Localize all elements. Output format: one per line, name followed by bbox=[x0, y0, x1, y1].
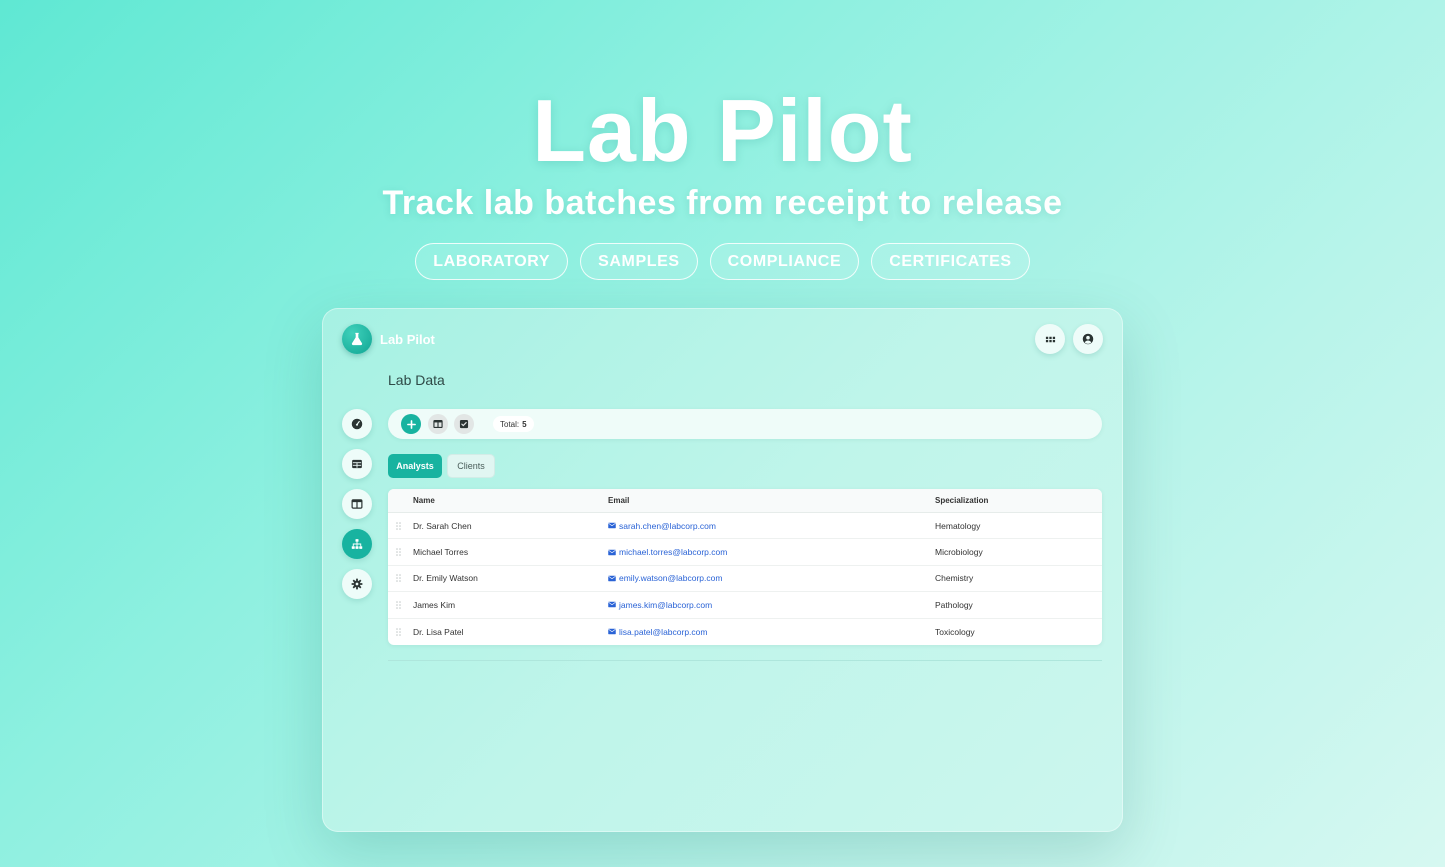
drag-handle-icon bbox=[396, 601, 401, 609]
checkbox-icon bbox=[459, 419, 469, 429]
drag-handle-icon bbox=[396, 548, 401, 556]
cell-email-link[interactable]: emily.watson@labcorp.com bbox=[608, 566, 722, 591]
cell-name: Dr. Lisa Patel bbox=[413, 626, 464, 637]
table-header: Name Email Specialization bbox=[388, 489, 1102, 513]
envelope-icon bbox=[608, 549, 616, 555]
dashboard-gauge-icon bbox=[351, 418, 363, 430]
table-row[interactable]: Dr. Lisa Patel lisa.patel@labcorp.com Toxi… bbox=[388, 619, 1102, 645]
analysts-table: Name Email Specialization Dr. Sarah Chen… bbox=[388, 489, 1102, 645]
table-row[interactable]: Michael Torres michael.torres@labcorp.com… bbox=[388, 539, 1102, 566]
table-row[interactable]: James Kim james.kim@labcorp.com Pathology bbox=[388, 592, 1102, 619]
row-drag-handle[interactable] bbox=[396, 619, 401, 645]
tab-analysts[interactable]: Analysts bbox=[388, 454, 442, 478]
logo[interactable] bbox=[342, 324, 372, 354]
sidebar-item-tables[interactable] bbox=[342, 449, 372, 479]
email-text: lisa.patel@labcorp.com bbox=[619, 626, 708, 637]
total-label: Total: bbox=[500, 419, 520, 429]
gear-icon bbox=[351, 578, 363, 590]
sitemap-icon bbox=[351, 539, 363, 549]
table-icon bbox=[352, 459, 362, 469]
app-window: Lab Pilot Lab Data Total: 5 Analysts Cli… bbox=[322, 308, 1123, 832]
tab-clients[interactable]: Clients bbox=[447, 454, 495, 478]
envelope-icon bbox=[608, 602, 616, 608]
total-value: 5 bbox=[522, 419, 527, 429]
flask-icon bbox=[351, 332, 363, 346]
column-header-name[interactable]: Name bbox=[413, 489, 435, 512]
email-text: michael.torres@labcorp.com bbox=[619, 547, 728, 558]
row-drag-handle[interactable] bbox=[396, 513, 401, 538]
columns-icon bbox=[433, 420, 443, 428]
row-drag-handle[interactable] bbox=[396, 566, 401, 591]
envelope-icon bbox=[608, 629, 616, 635]
cell-name: James Kim bbox=[413, 599, 456, 610]
tag-certificates: CERTIFICATES bbox=[871, 243, 1030, 280]
tag-laboratory: LABORATORY bbox=[415, 243, 569, 280]
brand-name: Lab Pilot bbox=[380, 332, 435, 347]
row-drag-handle[interactable] bbox=[396, 539, 401, 564]
cell-email-link[interactable]: sarah.chen@labcorp.com bbox=[608, 513, 716, 538]
envelope-icon bbox=[608, 522, 616, 529]
sidebar-item-settings[interactable] bbox=[342, 569, 372, 599]
cell-name: Dr. Sarah Chen bbox=[413, 520, 472, 531]
envelope-icon bbox=[608, 575, 616, 582]
drag-handle-icon bbox=[396, 574, 401, 583]
page-title: Lab Data bbox=[388, 372, 445, 388]
tag-compliance: COMPLIANCE bbox=[709, 243, 860, 280]
total-count: Total: 5 bbox=[493, 416, 534, 432]
table-body: Dr. Sarah Chen sarah.chen@labcorp.com Hema… bbox=[388, 513, 1102, 645]
column-header-specialization[interactable]: Specialization bbox=[935, 489, 988, 512]
cell-specialization: Microbiology bbox=[935, 547, 983, 558]
sidebar-item-columns[interactable] bbox=[342, 489, 372, 519]
hero-subtitle: Track lab batches from receipt to releas… bbox=[382, 184, 1063, 222]
drag-handle-icon bbox=[396, 627, 401, 636]
drag-handle-icon bbox=[396, 521, 401, 530]
hero-title: Lab Pilot bbox=[532, 81, 913, 180]
tag-row: LABORATORY SAMPLES COMPLIANCE CERTIFICAT… bbox=[0, 243, 1445, 280]
cell-name: Michael Torres bbox=[413, 547, 469, 558]
divider bbox=[388, 660, 1102, 661]
columns-icon bbox=[351, 499, 363, 509]
cell-specialization: Toxicology bbox=[935, 626, 975, 637]
cell-email-link[interactable]: james.kim@labcorp.com bbox=[608, 592, 712, 617]
grid-icon bbox=[1045, 336, 1055, 342]
cell-name: Dr. Emily Watson bbox=[413, 573, 478, 584]
email-text: sarah.chen@labcorp.com bbox=[619, 520, 716, 531]
account-button[interactable] bbox=[1073, 324, 1103, 354]
apps-button[interactable] bbox=[1035, 324, 1065, 354]
table-row[interactable]: Dr. Emily Watson emily.watson@labcorp.com… bbox=[388, 566, 1102, 593]
cell-specialization: Hematology bbox=[935, 520, 981, 531]
cell-email-link[interactable]: michael.torres@labcorp.com bbox=[608, 539, 727, 564]
columns-button[interactable] bbox=[428, 414, 448, 434]
row-drag-handle[interactable] bbox=[396, 592, 401, 617]
toolbar: Total: 5 bbox=[388, 409, 1102, 439]
cell-specialization: Pathology bbox=[935, 599, 973, 610]
sidebar-item-hierarchy[interactable] bbox=[342, 529, 372, 559]
plus-icon bbox=[406, 419, 416, 429]
email-text: emily.watson@labcorp.com bbox=[619, 573, 723, 584]
column-header-email[interactable]: Email bbox=[608, 489, 629, 512]
cell-specialization: Chemistry bbox=[935, 573, 974, 584]
cell-email-link[interactable]: lisa.patel@labcorp.com bbox=[608, 619, 707, 645]
email-text: james.kim@labcorp.com bbox=[619, 599, 713, 610]
select-button[interactable] bbox=[454, 414, 474, 434]
tag-samples: SAMPLES bbox=[580, 243, 698, 280]
user-circle-icon bbox=[1082, 333, 1094, 345]
table-row[interactable]: Dr. Sarah Chen sarah.chen@labcorp.com Hema… bbox=[388, 513, 1102, 540]
sidebar-item-dashboard[interactable] bbox=[342, 409, 372, 439]
add-button[interactable] bbox=[401, 414, 421, 434]
